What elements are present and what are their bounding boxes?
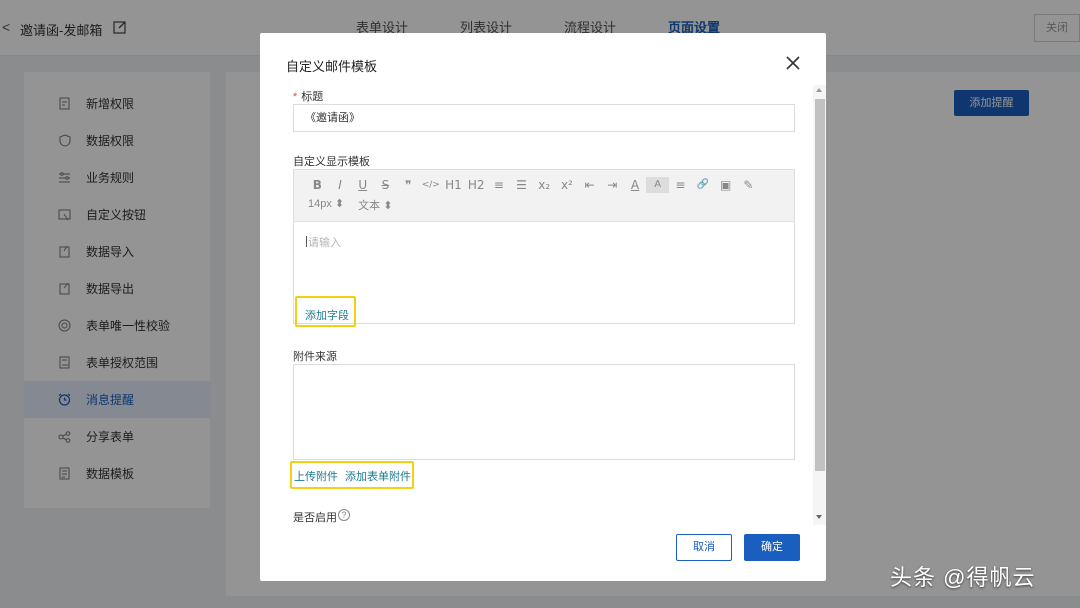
- heading2-icon[interactable]: H2: [465, 177, 488, 193]
- text-caret: [306, 236, 307, 247]
- attachment-label: 附件来源: [293, 351, 337, 363]
- ordered-list-icon[interactable]: ≡: [488, 177, 511, 193]
- close-icon[interactable]: [785, 55, 801, 71]
- font-size-select[interactable]: 14px ⬍: [308, 197, 344, 213]
- outdent-icon[interactable]: ⇤: [578, 177, 601, 193]
- add-field-link[interactable]: 添加字段: [305, 307, 349, 323]
- font-family-select[interactable]: 文本 ⬍: [358, 197, 392, 213]
- scroll-down-icon[interactable]: [816, 515, 822, 519]
- editor-content[interactable]: 请输入: [306, 234, 341, 250]
- rich-text-editor: B I U S ❞ </> H1 H2 ≡ ☰ x₂ x² ⇤ ⇥ A A ≡ …: [293, 169, 795, 324]
- editor-toolbar: B I U S ❞ </> H1 H2 ≡ ☰ x₂ x² ⇤ ⇥ A A ≡ …: [294, 170, 794, 222]
- confirm-button[interactable]: 确定: [744, 534, 800, 561]
- enable-label: 是否启用: [293, 512, 337, 524]
- underline-icon[interactable]: U: [351, 177, 374, 193]
- title-label-text: 标题: [301, 91, 324, 103]
- attachment-box: [293, 364, 795, 460]
- code-icon[interactable]: </>: [419, 177, 442, 193]
- title-input[interactable]: 《邀请函》: [293, 104, 795, 132]
- upload-attachment-link[interactable]: 上传附件: [294, 468, 338, 484]
- title-field-label: * 标题: [293, 88, 323, 104]
- background-color-icon[interactable]: A: [646, 177, 669, 193]
- link-icon[interactable]: 🔗: [692, 177, 715, 193]
- align-icon[interactable]: ≡: [669, 177, 692, 193]
- email-template-modal: 自定义邮件模板 * 标题 《邀请函》 自定义显示模板 B I U S ❞ </> …: [260, 33, 826, 581]
- heading1-icon[interactable]: H1: [442, 177, 465, 193]
- scrollbar-thumb[interactable]: [815, 99, 825, 471]
- toolbar-row-2: 14px ⬍ 文本 ⬍: [308, 197, 392, 213]
- add-form-attachment-link[interactable]: 添加表单附件: [345, 468, 411, 484]
- scroll-up-icon[interactable]: [816, 88, 822, 92]
- cancel-button[interactable]: 取消: [676, 534, 732, 561]
- font-color-icon[interactable]: A: [624, 177, 647, 193]
- image-icon[interactable]: ▣: [714, 177, 737, 193]
- bold-icon[interactable]: B: [306, 177, 329, 193]
- template-label: 自定义显示模板: [293, 156, 370, 168]
- subscript-icon[interactable]: x₂: [533, 177, 556, 193]
- watermark: 头条 @得帆云: [890, 565, 1036, 590]
- help-icon[interactable]: ?: [338, 509, 350, 521]
- quote-icon[interactable]: ❞: [397, 177, 420, 193]
- editor-placeholder-text: 请输入: [308, 237, 341, 249]
- modal-title: 自定义邮件模板: [286, 59, 378, 74]
- indent-icon[interactable]: ⇥: [601, 177, 624, 193]
- required-mark: *: [293, 91, 298, 103]
- italic-icon[interactable]: I: [329, 177, 352, 193]
- bullet-list-icon[interactable]: ☰: [510, 177, 533, 193]
- edit-source-icon[interactable]: ✎: [737, 177, 760, 193]
- superscript-icon[interactable]: x²: [556, 177, 579, 193]
- toolbar-row: B I U S ❞ </> H1 H2 ≡ ☰ x₂ x² ⇤ ⇥ A A ≡ …: [306, 177, 760, 193]
- strikethrough-icon[interactable]: S: [374, 177, 397, 193]
